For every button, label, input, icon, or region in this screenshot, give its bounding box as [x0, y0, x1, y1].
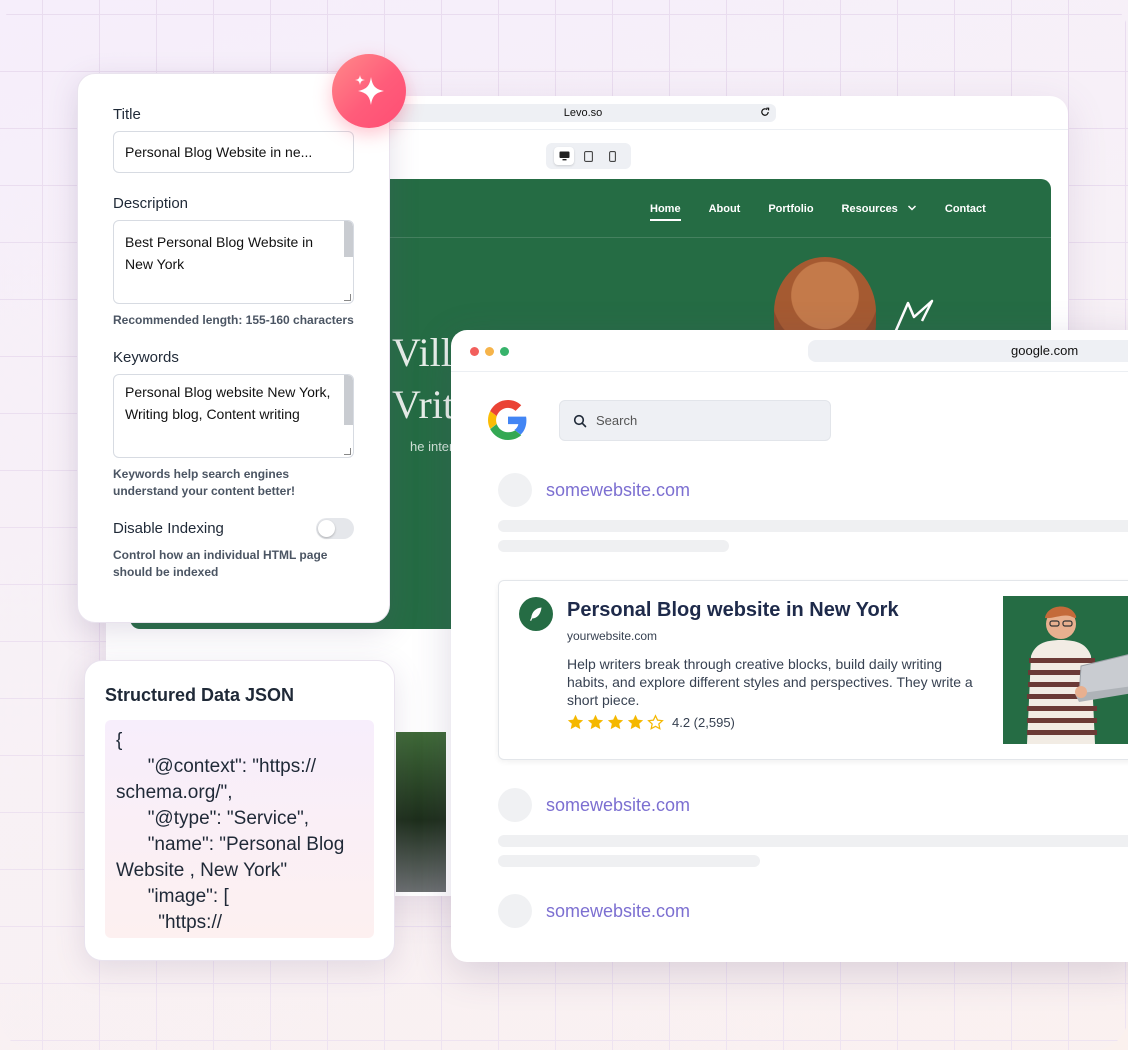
address-bar[interactable]: Levo.so	[390, 104, 776, 122]
keywords-scrollbar[interactable]	[344, 375, 353, 425]
nav-about[interactable]: About	[709, 203, 741, 215]
minimize-dot[interactable]	[485, 347, 494, 356]
google-address-bar[interactable]: google.com	[808, 340, 1128, 362]
nav-portfolio[interactable]: Portfolio	[768, 203, 813, 215]
description-textarea[interactable]: Best Personal Blog Website in New York	[113, 220, 354, 304]
search-result: somewebsite.com	[498, 788, 690, 822]
chevron-down-icon	[907, 205, 916, 211]
nav-home[interactable]: Home	[650, 203, 681, 221]
featured-result-title[interactable]: Personal Blog website in New York	[567, 599, 899, 622]
keywords-value: Personal Blog website New York, Writing …	[125, 384, 331, 422]
mobile-icon[interactable]	[603, 147, 623, 165]
nav-resources[interactable]: Resources	[842, 203, 917, 215]
title-label: Title	[113, 106, 141, 123]
search-result: somewebsite.com	[498, 473, 690, 507]
indexing-hint: Control how an individual HTML page shou…	[113, 548, 328, 579]
rating-text: 4.2 (2,595)	[672, 714, 735, 730]
disable-indexing-label: Disable Indexing	[113, 520, 224, 537]
result-favicon	[498, 473, 532, 507]
nav-contact[interactable]: Contact	[945, 203, 986, 215]
title-input[interactable]: Personal Blog Website in ne...	[113, 131, 354, 173]
search-icon	[573, 414, 587, 427]
seo-settings-panel: Title Personal Blog Website in ne... Des…	[77, 73, 390, 623]
reload-icon[interactable]	[760, 107, 770, 120]
star-outline-icon	[647, 714, 664, 730]
google-logo-icon	[488, 400, 528, 445]
device-switcher	[546, 143, 631, 169]
resize-handle-icon[interactable]	[344, 448, 351, 455]
ai-sparkle-button[interactable]	[332, 54, 406, 128]
maximize-dot[interactable]	[500, 347, 509, 356]
result-link[interactable]: somewebsite.com	[546, 795, 690, 816]
star-filled-icon	[567, 714, 584, 730]
disable-indexing-toggle[interactable]	[316, 518, 354, 539]
rating: 4.2 (2,595)	[567, 714, 735, 730]
placeholder-line	[498, 855, 760, 867]
address-bar-url: Levo.so	[563, 107, 603, 119]
featured-result-description: Help writers break through creative bloc…	[567, 656, 973, 708]
window-controls	[470, 347, 509, 356]
plant-image	[396, 732, 446, 892]
feather-icon	[519, 597, 553, 631]
structured-data-code[interactable]: { "@context": "https:// schema.org/", "@…	[105, 720, 374, 938]
result-favicon	[498, 894, 532, 928]
close-dot[interactable]	[470, 347, 479, 356]
result-link[interactable]: somewebsite.com	[546, 480, 690, 501]
placeholder-line	[498, 835, 1128, 847]
star-filled-icon	[607, 714, 624, 730]
description-scrollbar[interactable]	[344, 221, 353, 257]
keywords-label: Keywords	[113, 349, 179, 366]
featured-result-card[interactable]: Personal Blog website in New York yourwe…	[498, 580, 1128, 760]
placeholder-line	[498, 520, 1128, 532]
description-value: Best Personal Blog Website in New York	[125, 234, 314, 272]
google-search-input[interactable]: Search	[559, 400, 831, 441]
structured-data-card: Structured Data JSON { "@context": "http…	[84, 660, 395, 961]
star-filled-icon	[627, 714, 644, 730]
placeholder-line	[498, 540, 729, 552]
result-link[interactable]: somewebsite.com	[546, 901, 690, 922]
nav-resources-label: Resources	[841, 203, 898, 215]
structured-data-title: Structured Data JSON	[105, 685, 295, 705]
description-hint: Recommended length: 155-160 characters	[113, 313, 354, 327]
toolbar-divider	[451, 371, 1128, 372]
featured-result-url: yourwebsite.com	[567, 629, 658, 643]
description-label: Description	[113, 195, 189, 212]
tablet-icon[interactable]	[578, 147, 598, 165]
desktop-icon[interactable]	[554, 147, 575, 165]
result-favicon	[498, 788, 532, 822]
search-placeholder: Search	[596, 413, 638, 428]
site-nav: Home About Portfolio Resources Contact	[650, 203, 986, 221]
search-result: somewebsite.com	[498, 894, 690, 928]
keywords-textarea[interactable]: Personal Blog website New York, Writing …	[113, 374, 354, 458]
featured-result-image	[1003, 596, 1128, 744]
disable-indexing-row: Disable Indexing	[113, 518, 354, 539]
keywords-hint: Keywords help search engines understand …	[113, 467, 296, 498]
google-preview-browser: google.com Search somewebsite.com Person…	[451, 330, 1128, 962]
resize-handle-icon[interactable]	[344, 294, 351, 301]
sparkle-icon	[355, 75, 384, 105]
star-filled-icon	[587, 714, 604, 730]
